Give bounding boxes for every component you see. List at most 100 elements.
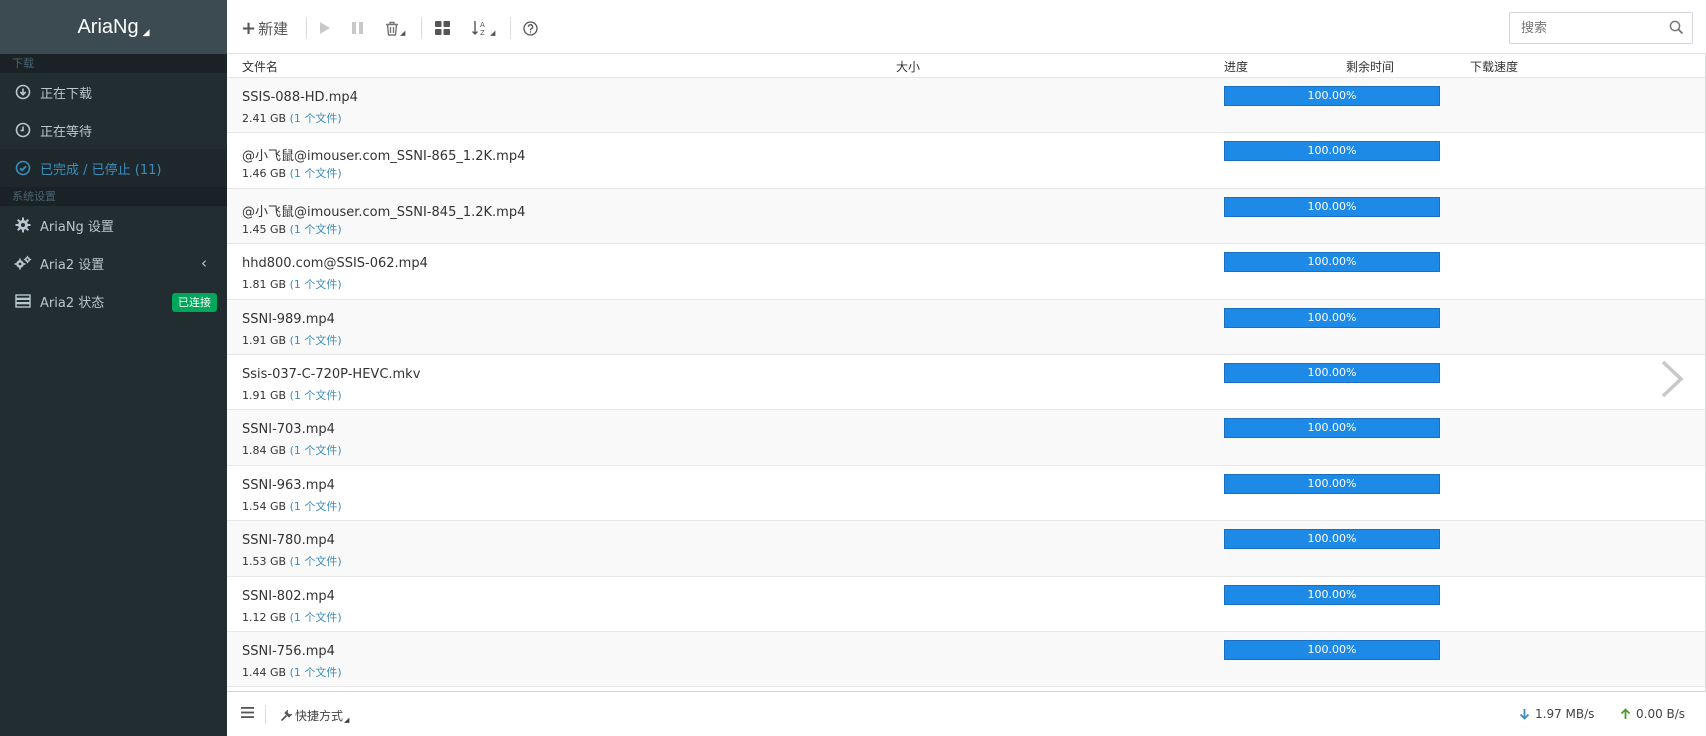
file-count-link[interactable]: (1 个文件) [290,223,342,236]
arrow-down-icon [1519,709,1530,720]
svg-text:A: A [480,21,485,29]
table-row[interactable]: @小飞鼠@imouser.com_SSNI-845_1.2K.mp4 1.45 G… [227,188,1705,245]
table-row[interactable]: SSNI-780.mp4 1.53 GB (1 个文件) 100.00% [227,521,1705,577]
start-button[interactable] [319,17,331,39]
app-window: AriaNg ◢ 下载 正在下载 正在等待 已完成 / 已停止 (11) 系统设… [0,0,1706,736]
file-size: 1.91 GB (1 个文件) [242,332,342,348]
progress-fill: 100.00% [1224,362,1440,383]
display-mode-button[interactable] [435,17,450,39]
file-size-value: 1.91 GB [242,333,287,347]
file-count-link[interactable]: (1 个文件) [290,666,342,679]
file-name: SSNI-963.mp4 [242,477,335,493]
file-count-link[interactable]: (1 个文件) [290,555,342,568]
file-count-link[interactable]: (1 个文件) [290,500,342,513]
file-size: 1.46 GB (1 个文件) [242,165,342,181]
sidebar-item-waiting[interactable]: 正在等待 [0,111,227,149]
file-count-link[interactable]: (1 个文件) [290,334,342,347]
file-count-link[interactable]: (1 个文件) [290,611,342,624]
clock-icon [14,121,32,139]
menu-button[interactable] [241,707,254,718]
table-row[interactable]: SSIS-088-HD.mp4 2.41 GB (1 个文件) 100.00% [227,78,1705,134]
file-size-value: 1.44 GB [242,665,287,679]
header-size[interactable]: 大小 [896,58,920,75]
sidebar-item-aria2-settings[interactable]: Aria2 设置 ‹ [0,244,227,282]
file-count-link[interactable]: (1 个文件) [290,167,342,180]
caret-icon: ◢ [490,28,496,37]
sidebar-item-ariang-settings[interactable]: AriaNg 设置 [0,206,227,244]
delete-button[interactable]: ◢ [385,17,405,39]
trash-icon [386,21,398,36]
progress-fill: 100.00% [1224,252,1440,273]
sidebar-item-label: 正在等待 [40,124,93,140]
file-count-link[interactable]: (1 个文件) [290,112,342,125]
progress-fill: 100.00% [1224,639,1440,660]
progress-fill: 100.00% [1224,418,1440,439]
help-button[interactable] [523,17,538,39]
statusbar-divider [265,705,266,724]
bars-icon [241,707,254,718]
progress-bar: 100.00% [1224,529,1440,550]
sidebar-item-downloading[interactable]: 正在下载 [0,73,227,111]
table-row[interactable]: @小飞鼠@imouser.com_SSNI-865_1.2K.mp4 1.46 G… [227,133,1705,189]
table-row[interactable]: SSNI-756.mp4 1.44 GB (1 个文件) 100.00% [227,631,1705,688]
file-count-link[interactable]: (1 个文件) [290,444,342,457]
brand-title: AriaNg [77,15,139,38]
main-content: + 新建 ◢ AZ ◢ 搜索 文件名 大小 进度 剩余时间 下载速度 SSIS-… [227,0,1706,736]
chevron-left-icon: ‹ [201,254,207,272]
table-row[interactable]: SSNI-703.mp4 1.84 GB (1 个文件) 100.00% [227,410,1705,466]
search-icon[interactable] [1669,20,1684,39]
file-name: @小飞鼠@imouser.com_SSNI-865_1.2K.mp4 [242,149,526,165]
sidebar-item-label: 正在下载 [40,86,93,102]
file-size: 1.53 GB (1 个文件) [242,553,342,569]
table-row[interactable]: Ssis-037-C-720P-HEVC.mkv 1.91 GB (1 个文件) 1… [227,355,1705,411]
file-size-value: 1.91 GB [242,388,287,402]
header-progress[interactable]: 进度 [1224,58,1248,75]
sidebar-item-aria2-status[interactable]: Aria2 状态 已连接 [0,282,227,320]
table-row[interactable]: SSNI-963.mp4 1.54 GB (1 个文件) 100.00% [227,466,1705,522]
new-task-button[interactable]: + 新建 [241,17,288,39]
table-row[interactable]: SSNI-989.mp4 1.91 GB (1 个文件) 100.00% [227,299,1705,355]
file-name: @小飞鼠@imouser.com_SSNI-845_1.2K.mp4 [242,204,526,220]
brand-logo[interactable]: AriaNg ◢ [0,0,227,54]
sidebar: AriaNg ◢ 下载 正在下载 正在等待 已完成 / 已停止 (11) 系统设… [0,0,227,736]
file-count-link[interactable]: (1 个文件) [290,389,342,402]
sidebar-item-stopped[interactable]: 已完成 / 已停止 (11) [0,149,227,187]
file-name: SSIS-088-HD.mp4 [242,90,358,105]
pause-button[interactable] [351,17,365,39]
sidebar-section-settings: 系统设置 [0,187,227,206]
progress-bar: 100.00% [1224,584,1440,605]
toolbar-divider [510,17,511,39]
pause-icon [352,22,363,34]
shortcut-label: 快捷方式 [295,709,344,723]
search-input[interactable] [1510,13,1660,43]
gears-icon [14,254,32,272]
arrow-up-icon [1620,708,1631,719]
file-size-value: 1.46 GB [242,167,287,181]
play-icon [320,22,330,34]
file-name: SSNI-802.mp4 [242,588,335,604]
caret-icon: ◢ [142,26,150,37]
file-size-value: 1.84 GB [242,444,287,458]
file-count-link[interactable]: (1 个文件) [290,278,342,291]
header-remaining[interactable]: 剩余时间 [1346,58,1394,75]
table-row[interactable]: SSNI-802.mp4 1.12 GB (1 个文件) 100.00% [227,577,1705,632]
sidebar-item-label: Aria2 状态 [40,295,105,311]
check-circle-icon [14,159,32,177]
chevron-right-icon[interactable] [1659,359,1685,403]
progress-fill: 100.00% [1224,196,1440,217]
file-size: 1.54 GB (1 个文件) [242,498,342,514]
sort-button[interactable]: AZ ◢ [471,17,495,39]
toolbar: + 新建 ◢ AZ ◢ [227,0,1706,54]
status-badge: 已连接 [172,293,217,312]
gear-icon [14,216,32,234]
progress-bar: 100.00% [1224,473,1440,494]
file-name: SSNI-780.mp4 [242,533,335,549]
shortcut-button[interactable]: 快捷方式 ◢ [280,707,349,724]
table-row[interactable]: hhd800.com@SSIS-062.mp4 1.81 GB (1 个文件) 10… [227,244,1705,300]
header-speed[interactable]: 下载速度 [1470,58,1518,75]
toolbar-divider [306,17,307,39]
upload-speed: 0.00 B/s [1620,707,1685,721]
header-filename[interactable]: 文件名 [242,58,278,75]
file-name: Ssis-037-C-720P-HEVC.mkv [242,366,421,382]
download-speed: 1.97 MB/s [1519,707,1594,721]
